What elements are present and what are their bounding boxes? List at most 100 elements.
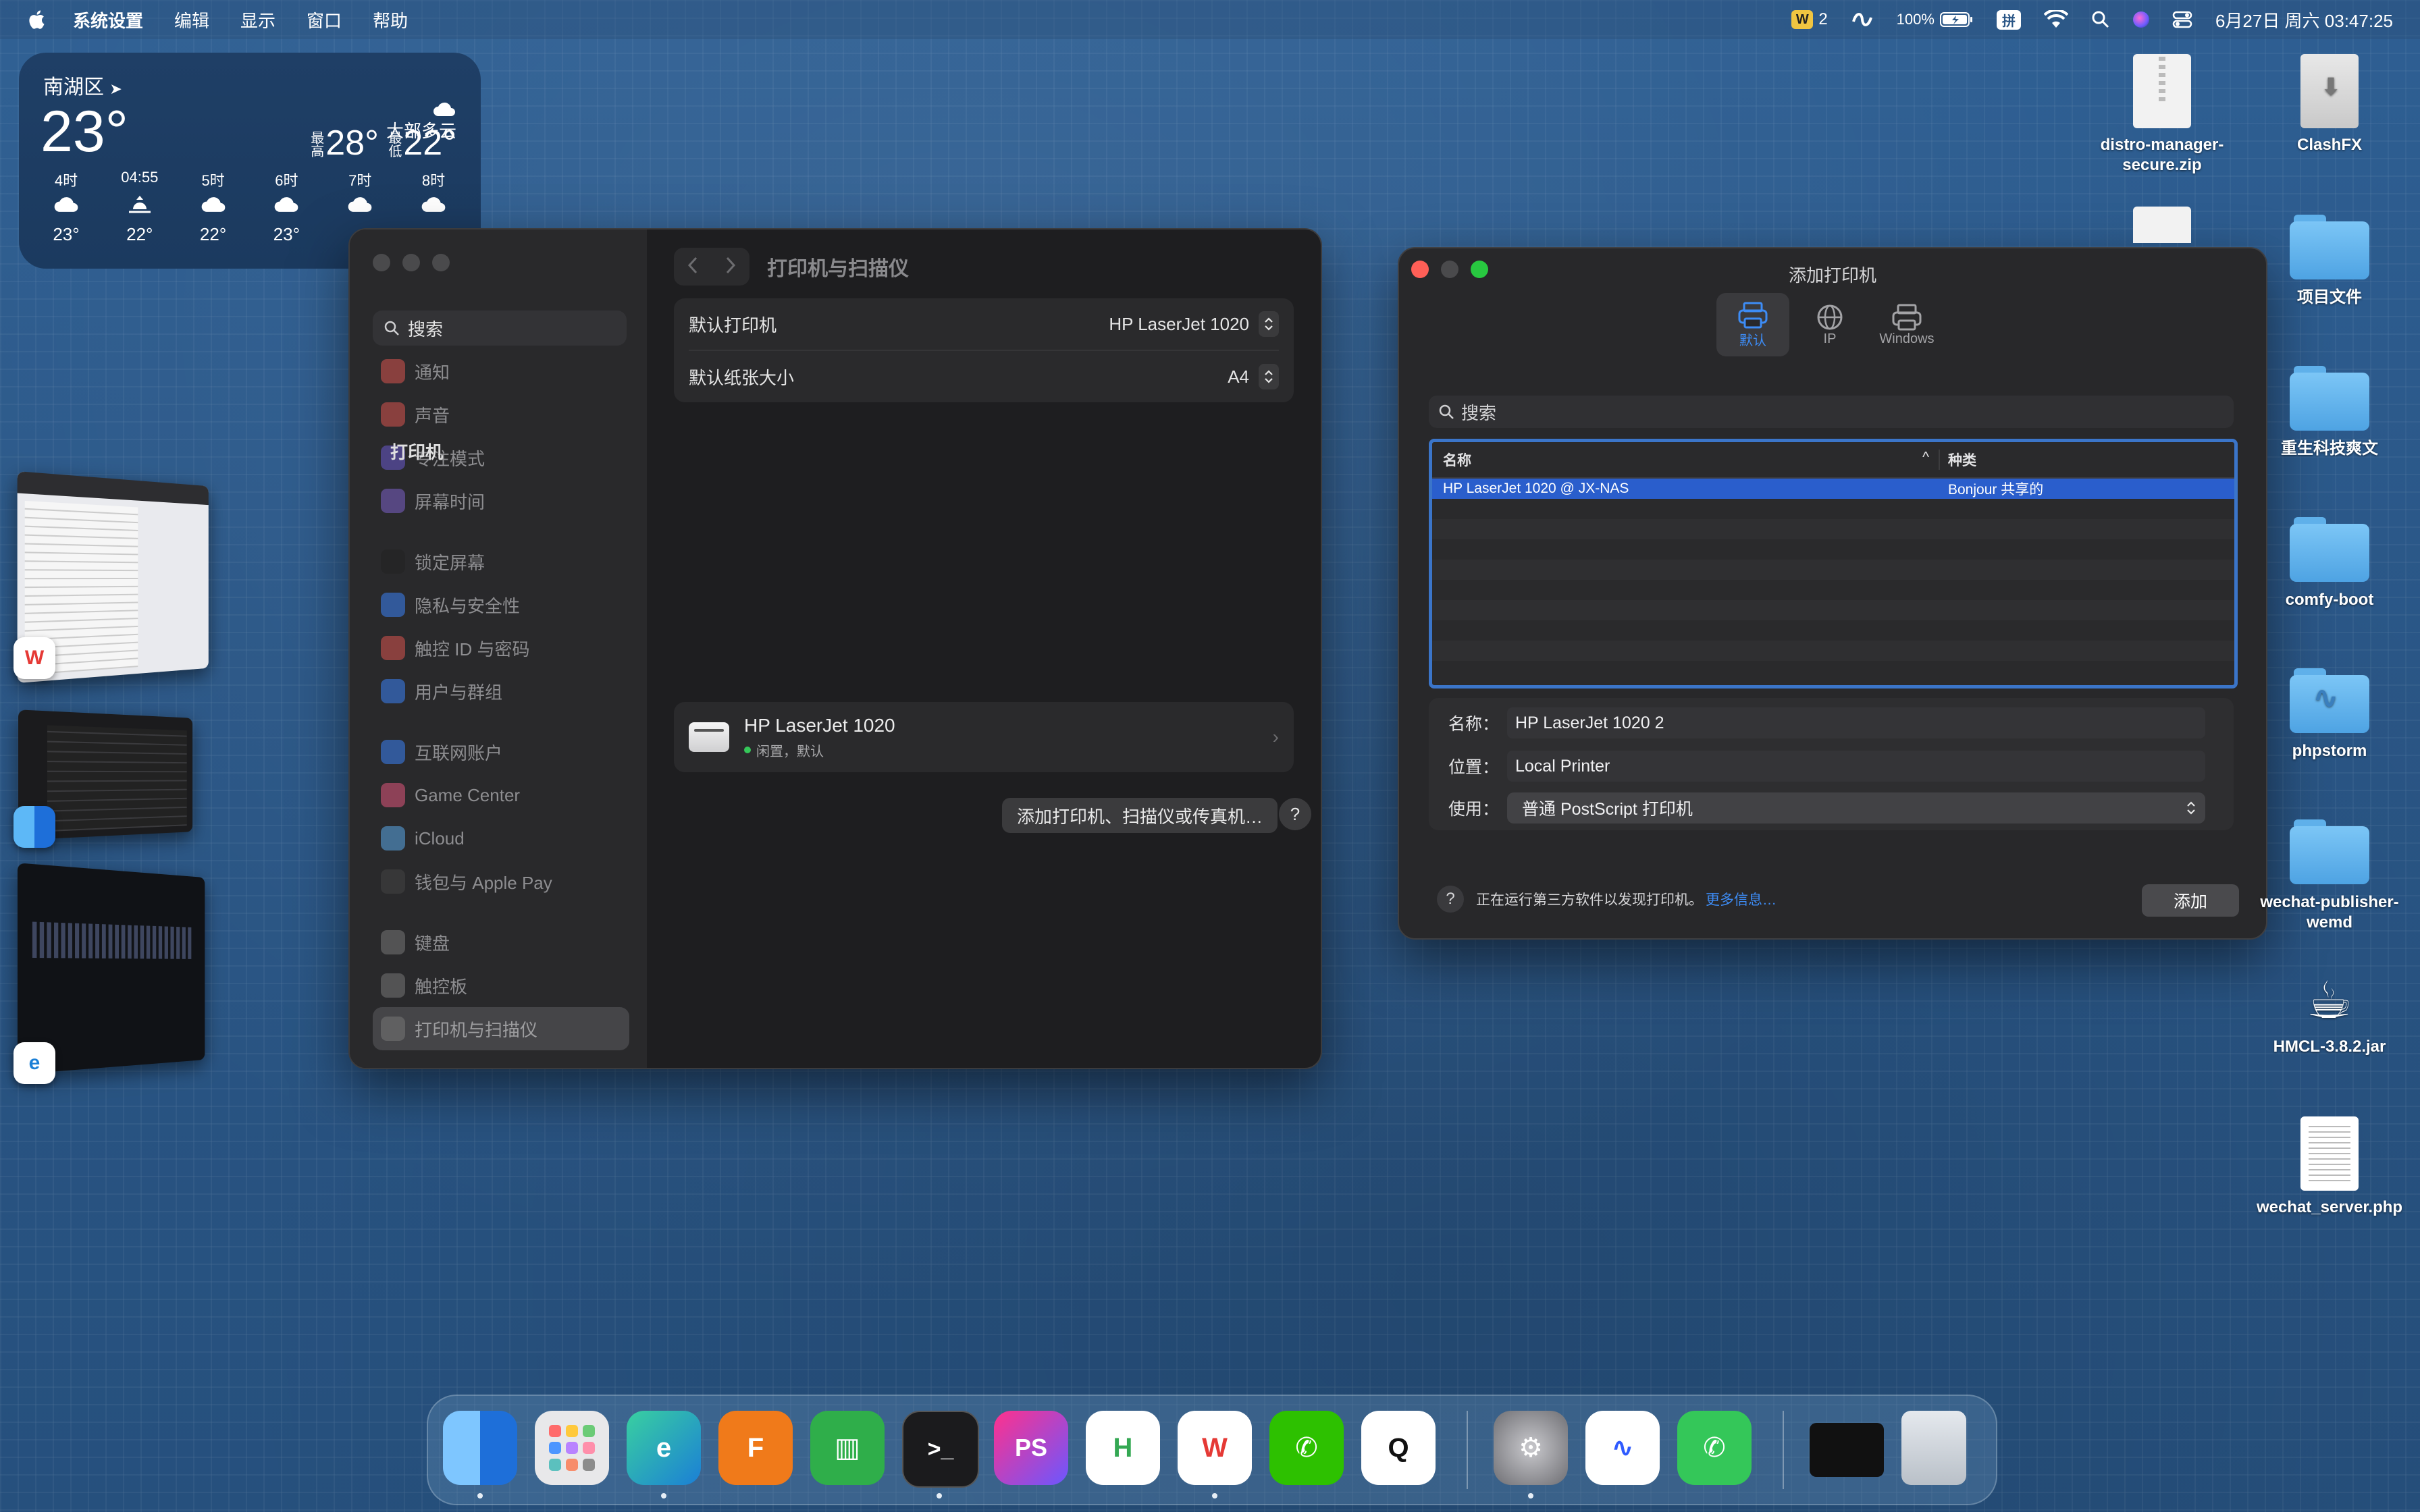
column-header-name[interactable]: 名称 ^ xyxy=(1432,450,1940,470)
add-button[interactable]: 添加 xyxy=(2142,884,2239,917)
default-printer-row[interactable]: 默认打印机 HP LaserJet 1020 xyxy=(674,298,1294,350)
terminal-icon[interactable]: >_ xyxy=(902,1411,979,1488)
desktop-item-folder-novel[interactable]: 重生科技爽文 xyxy=(2255,366,2404,459)
trash-icon[interactable] xyxy=(1901,1411,1966,1485)
name-field[interactable]: HP LaserJet 1020 2 xyxy=(1507,707,2205,738)
dock-separator xyxy=(1783,1411,1784,1489)
wps-icon[interactable]: W xyxy=(1178,1411,1252,1485)
tab-windows[interactable]: Windows xyxy=(1870,293,1943,356)
zoom-button[interactable] xyxy=(432,254,450,271)
table-row[interactable]: HP LaserJet 1020 @ JX-NAS Bonjour 共享的 xyxy=(1432,479,2234,499)
apple-menu-icon[interactable] xyxy=(27,9,46,30)
fingerprint-icon xyxy=(381,636,405,660)
paper-size-popup-button[interactable] xyxy=(1259,364,1279,389)
desktop-item-zip[interactable]: distro-manager-secure.zip xyxy=(2088,54,2236,176)
close-button[interactable] xyxy=(373,254,390,271)
sidebar-search-field[interactable]: 搜索 xyxy=(373,310,627,346)
edge-app-badge[interactable]: e xyxy=(14,1042,55,1084)
phpstorm-icon[interactable]: PS xyxy=(994,1411,1068,1485)
sidebar-item-touch-id[interactable]: 触控 ID 与密码 xyxy=(373,626,629,670)
menu-app-name[interactable]: 系统设置 xyxy=(73,7,143,32)
folder-icon xyxy=(2290,366,2369,431)
sidebar-item-screen-time[interactable]: 屏幕时间 xyxy=(373,479,629,522)
menu-edit[interactable]: 编辑 xyxy=(174,7,209,32)
wps-app-badge[interactable]: W xyxy=(14,637,55,679)
system-settings-icon[interactable]: ⚙ xyxy=(1494,1411,1568,1485)
tab-ip[interactable]: IP xyxy=(1793,293,1866,356)
desktop-item-folder-phpstorm[interactable]: ∿ phpstorm xyxy=(2255,668,2404,761)
siri-icon[interactable] xyxy=(2132,11,2149,28)
menu-window[interactable]: 窗口 xyxy=(307,7,342,32)
hour-temp: 23° xyxy=(273,224,300,244)
paper-size-row[interactable]: 默认纸张大小 A4 xyxy=(674,351,1294,402)
sidebar-item-keyboard[interactable]: 键盘 xyxy=(373,921,629,964)
add-printer-button[interactable]: 添加打印机、扫描仪或传真机… xyxy=(1001,798,1278,833)
sidebar-item-game-center[interactable]: Game Center xyxy=(373,774,629,817)
more-info-link[interactable]: 更多信息… xyxy=(1706,889,1777,909)
control-center-icon[interactable] xyxy=(2172,10,2192,29)
status-dot xyxy=(744,747,751,753)
sidebar-item-users[interactable]: 用户与群组 xyxy=(373,670,629,713)
system-settings-window: 搜索 通知 声音 专注模式 屏幕时间 锁定屏幕 隐私与安全性 触控 ID 与密码… xyxy=(348,228,1322,1069)
desktop-item-folder-wechat[interactable]: wechat-publisher-wemd xyxy=(2255,819,2404,933)
sidebar-item-icloud[interactable]: iCloud xyxy=(373,817,629,860)
terminal-window-icon[interactable] xyxy=(1810,1423,1884,1477)
minimize-button[interactable] xyxy=(402,254,420,271)
fusion-icon[interactable]: F xyxy=(718,1411,793,1485)
tab-default[interactable]: 默认 xyxy=(1716,293,1789,356)
wifi-icon[interactable] xyxy=(2043,10,2068,29)
desktop-item-dmg[interactable]: ⬇ ClashFX xyxy=(2255,54,2404,155)
spotlight-icon[interactable] xyxy=(2091,10,2110,29)
desktop-item-zip-partial[interactable] xyxy=(2088,207,2236,243)
running-indicator xyxy=(937,1493,942,1498)
printer-list-item[interactable]: HP LaserJet 1020 闲置，默认 › xyxy=(674,702,1294,772)
forward-chevron-icon[interactable] xyxy=(725,256,737,278)
hour-time: 6时 xyxy=(275,172,298,189)
printer-table[interactable]: 名称 ^ 种类 HP LaserJet 1020 @ JX-NAS Bonjour… xyxy=(1429,439,2238,688)
wechat-icon[interactable]: ✆ xyxy=(1269,1411,1344,1485)
printer-search-field[interactable]: 搜索 xyxy=(1429,396,2234,428)
desktop-item-jar[interactable]: ☕ HMCL-3.8.2.jar xyxy=(2255,972,2404,1057)
sidebar-item-privacy[interactable]: 隐私与安全性 xyxy=(373,583,629,626)
empty-row xyxy=(1432,600,2234,620)
sidebar-item-sound[interactable]: 声音 xyxy=(373,393,629,436)
desktop-item-folder-projects[interactable]: 项目文件 xyxy=(2255,215,2404,308)
desktop-item-label: comfy-boot xyxy=(2285,591,2374,609)
menu-clock[interactable]: 6月27日 周六 03:47:25 xyxy=(2215,7,2393,32)
phone-icon[interactable]: ✆ xyxy=(1677,1411,1752,1485)
driver-popup-button[interactable]: 普通 PostScript 打印机 xyxy=(1507,792,2205,824)
hbuilder-icon[interactable]: H xyxy=(1086,1411,1160,1485)
sidebar-item-notifications[interactable]: 通知 xyxy=(373,350,629,393)
cloud-icon xyxy=(400,189,467,220)
battery-status[interactable]: 100% xyxy=(1897,11,1974,28)
desktop-item-folder-comfy[interactable]: comfy-boot xyxy=(2255,517,2404,610)
empty-row xyxy=(1432,499,2234,519)
sidebar-item-label: 隐私与安全性 xyxy=(415,595,521,616)
finder-app-badge[interactable] xyxy=(14,806,55,848)
sidebar-item-wallet[interactable]: 钱包与 Apple Pay xyxy=(373,860,629,903)
sidebar-item-printers[interactable]: 打印机与扫描仪 xyxy=(373,1007,629,1050)
input-method[interactable]: 拼 xyxy=(1996,9,2021,30)
qq-icon[interactable]: Q xyxy=(1361,1411,1436,1485)
back-chevron-icon[interactable] xyxy=(687,256,699,278)
sidebar-item-internet-accounts[interactable]: 互联网账户 xyxy=(373,730,629,774)
desktop-item-php[interactable]: wechat_server.php xyxy=(2255,1116,2404,1218)
help-button[interactable]: ? xyxy=(1279,798,1311,830)
launchpad-icon[interactable] xyxy=(535,1411,609,1485)
quark-status-icon[interactable] xyxy=(1851,9,1874,30)
numbers-icon[interactable]: ▥ xyxy=(810,1411,885,1485)
desktop-item-label: wechat_server.php xyxy=(2256,1198,2403,1216)
sidebar-item-trackpad[interactable]: 触控板 xyxy=(373,964,629,1007)
wps-status-item[interactable]: W 2 xyxy=(1791,10,1828,29)
column-header-kind[interactable]: 种类 xyxy=(1940,450,1976,470)
sidebar-item-lock-screen[interactable]: 锁定屏幕 xyxy=(373,540,629,583)
menu-help[interactable]: 帮助 xyxy=(373,7,408,32)
defaults-card: 默认打印机 HP LaserJet 1020 默认纸张大小 A4 xyxy=(674,298,1294,402)
default-printer-popup-button[interactable] xyxy=(1259,311,1279,337)
quark-icon[interactable]: ∿ xyxy=(1585,1411,1660,1485)
finder-icon[interactable] xyxy=(443,1411,517,1485)
edge-icon[interactable]: e xyxy=(627,1411,701,1485)
location-field[interactable]: Local Printer xyxy=(1507,751,2205,782)
help-button[interactable]: ? xyxy=(1437,886,1464,913)
menu-view[interactable]: 显示 xyxy=(240,7,275,32)
